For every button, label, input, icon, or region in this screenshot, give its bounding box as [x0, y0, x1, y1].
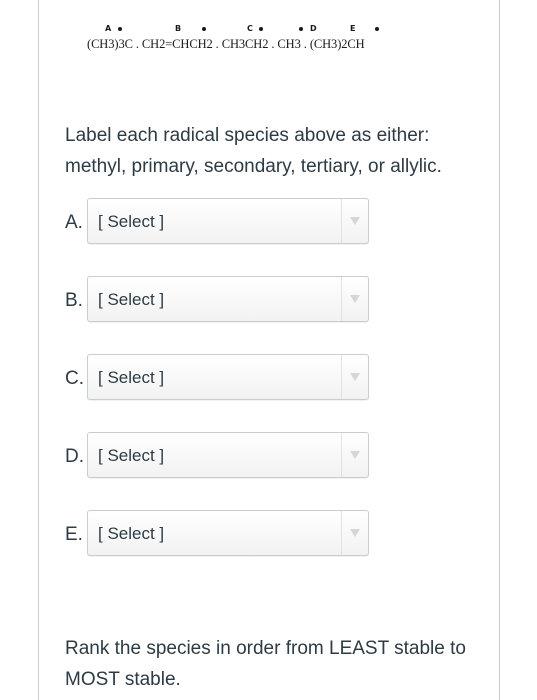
answer-select-c[interactable]: [ Select ]: [87, 354, 369, 400]
chevron-down-icon: [350, 529, 360, 537]
dropdown-toggle[interactable]: [341, 433, 368, 477]
question-card: A B C D E (CH3)3C . CH2=CHCH2 . CH3CH2 .…: [38, 0, 500, 700]
answer-row-b: B. [ Select ]: [65, 276, 485, 324]
dropdown-toggle[interactable]: [341, 355, 368, 399]
answer-row-d: D. [ Select ]: [65, 432, 485, 480]
radical-dot-a: [118, 27, 122, 31]
label-e: E: [350, 24, 356, 33]
label-b: B: [175, 24, 182, 33]
answer-select-d[interactable]: [ Select ]: [87, 432, 369, 478]
dropdown-toggle[interactable]: [341, 511, 368, 555]
question-prompt: Label each radical species above as eith…: [65, 125, 442, 177]
answer-letter: B.: [65, 290, 83, 311]
answer-letter: C.: [65, 368, 84, 389]
select-value: [ Select ]: [98, 368, 165, 387]
answer-row-e: E. [ Select ]: [65, 510, 485, 558]
label-c: C: [247, 24, 253, 33]
chevron-down-icon: [350, 217, 360, 225]
answer-letter: E.: [65, 524, 83, 545]
chevron-down-icon: [350, 373, 360, 381]
answer-row-c: C. [ Select ]: [65, 354, 485, 402]
select-value: [ Select ]: [98, 212, 165, 231]
chevron-down-icon: [350, 451, 360, 459]
dropdown-toggle[interactable]: [341, 277, 368, 321]
rank-prompt: Rank the species in order from LEAST sta…: [65, 638, 466, 690]
answer-select-b[interactable]: [ Select ]: [87, 276, 369, 322]
chevron-down-icon: [350, 295, 360, 303]
select-value: [ Select ]: [98, 290, 165, 309]
radical-dot-c: [259, 27, 263, 31]
select-value: [ Select ]: [98, 446, 165, 465]
select-value: [ Select ]: [98, 524, 165, 543]
radical-dot-b: [202, 27, 206, 31]
label-d: D: [310, 24, 317, 33]
formula-text: (CH3)3C . CH2=CHCH2 . CH3CH2 . CH3 . (CH…: [87, 37, 365, 51]
radical-dot-e: [375, 27, 379, 31]
dropdown-toggle[interactable]: [341, 199, 368, 243]
answer-row-a: A. [ Select ]: [65, 198, 485, 246]
answer-letter: D.: [65, 446, 84, 467]
label-a: A: [105, 24, 112, 33]
answer-letter: A.: [65, 212, 83, 233]
answer-select-e[interactable]: [ Select ]: [87, 510, 369, 556]
radical-structures-image: A B C D E (CH3)3C . CH2=CHCH2 . CH3CH2 .…: [39, 25, 499, 65]
answer-select-a[interactable]: [ Select ]: [87, 198, 369, 244]
radical-dot-d: [299, 27, 303, 31]
